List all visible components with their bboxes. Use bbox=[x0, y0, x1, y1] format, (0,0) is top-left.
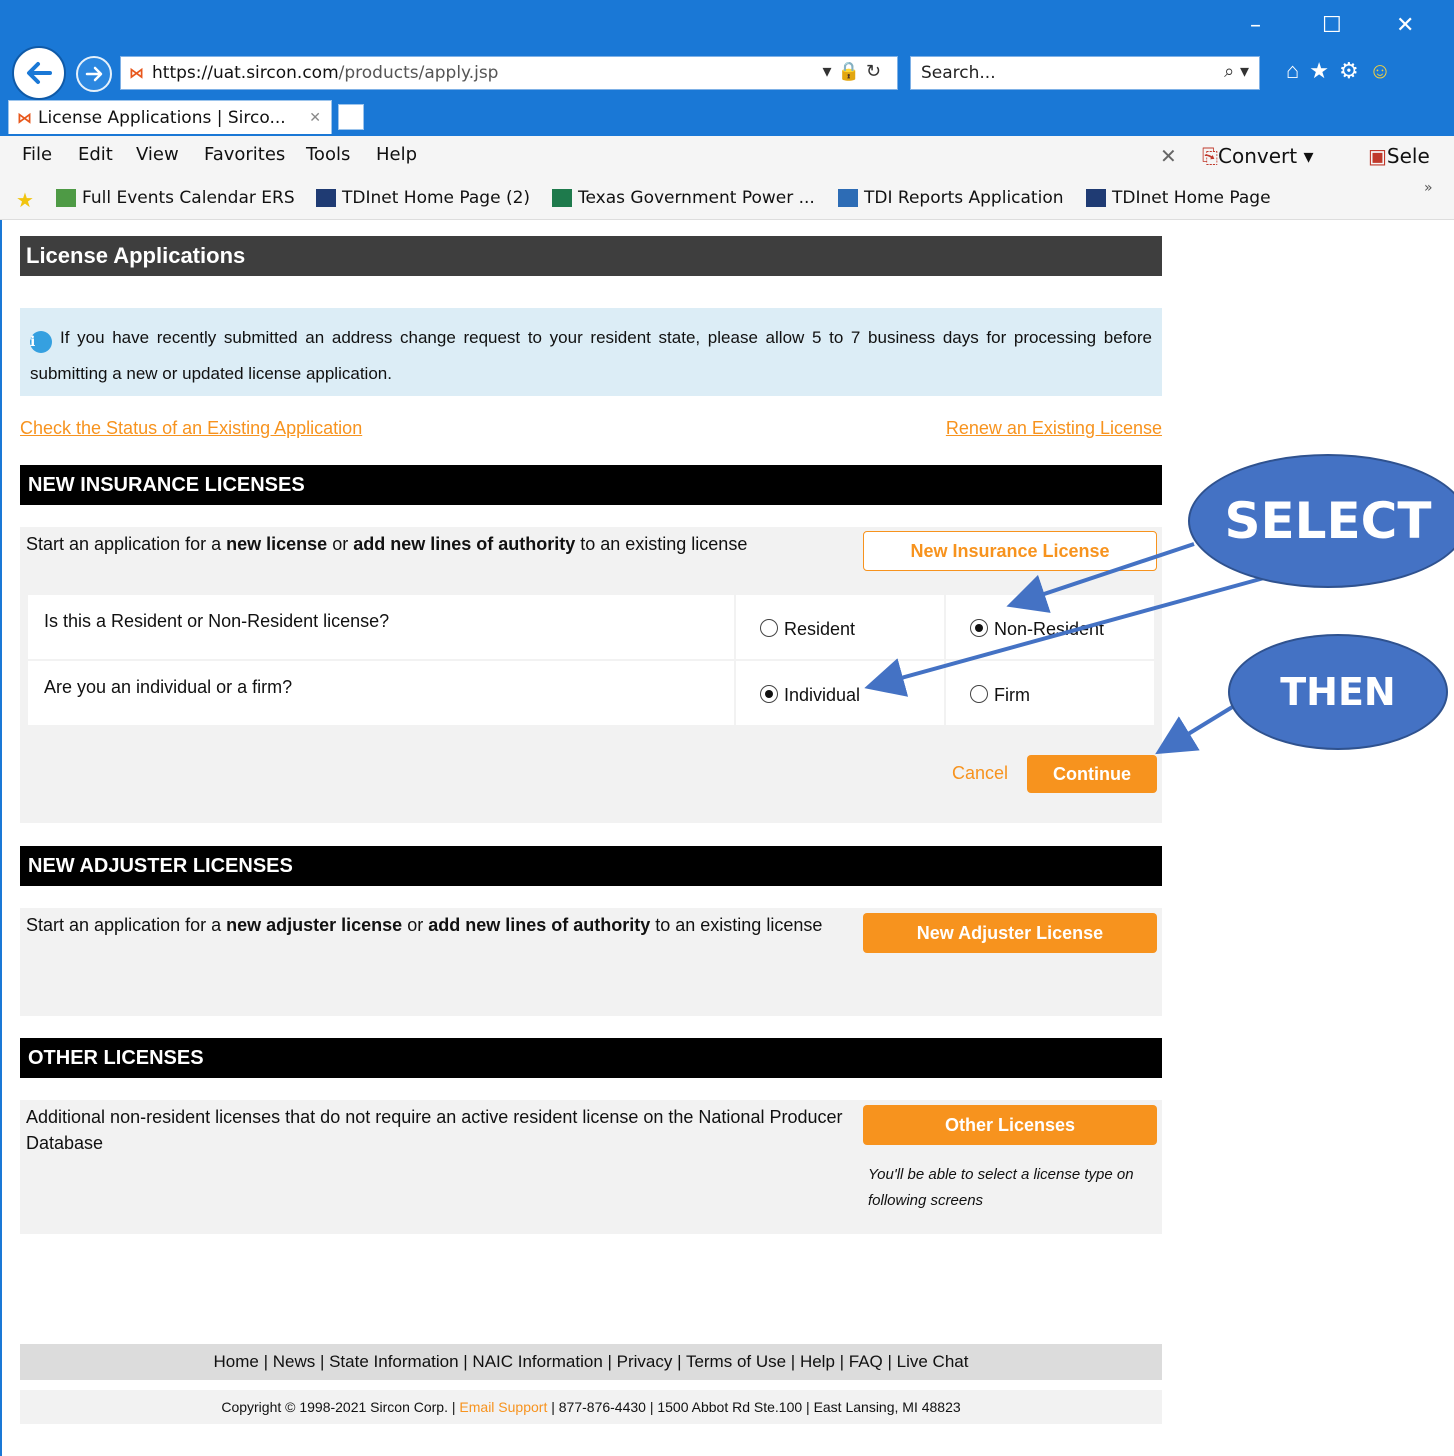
favorites-star-icon[interactable]: ★ bbox=[1309, 58, 1339, 83]
question-residency: Is this a Resident or Non-Resident licen… bbox=[28, 595, 734, 659]
other-section-heading: OTHER LICENSES bbox=[20, 1038, 1162, 1078]
radio-resident[interactable]: Resident bbox=[736, 595, 944, 659]
tab-title: License Applications | Sirco... bbox=[38, 107, 286, 128]
insurance-section-heading: NEW INSURANCE LICENSES bbox=[20, 465, 1162, 505]
info-banner: i If you have recently submitted an addre… bbox=[20, 308, 1162, 396]
arrow-to-continue bbox=[1155, 704, 1236, 755]
browser-titlebar: – ☐ ✕ ⋈ https://uat.sircon.com/products/… bbox=[0, 0, 1454, 136]
new-tab-button[interactable] bbox=[338, 104, 364, 130]
radio-firm-icon[interactable] bbox=[970, 685, 988, 703]
texas-map-icon bbox=[56, 189, 76, 207]
home-icon[interactable]: ⌂ bbox=[1286, 58, 1309, 83]
check-status-link[interactable]: Check the Status of an Existing Applicat… bbox=[20, 418, 362, 439]
adjuster-description: Start an application for a new adjuster … bbox=[26, 915, 823, 935]
favorites-star-add-icon[interactable]: ★ bbox=[16, 188, 34, 212]
select-pdf-icon: ▣ bbox=[1368, 144, 1387, 168]
search-input[interactable]: Search... ⌕ ▾ bbox=[910, 56, 1260, 90]
email-support-link[interactable]: Email Support bbox=[459, 1399, 547, 1415]
license-questions: Is this a Resident or Non-Resident licen… bbox=[26, 593, 1156, 727]
menu-bar: File Edit View Favorites Tools Help ✕ ⎘C… bbox=[0, 136, 1454, 176]
window-border bbox=[0, 220, 2, 1456]
adjuster-section-heading: NEW ADJUSTER LICENSES bbox=[20, 846, 1162, 886]
question-entity: Are you an individual or a firm? bbox=[28, 661, 734, 725]
close-toolbar-icon[interactable]: ✕ bbox=[1160, 144, 1177, 168]
fav-full-events-calendar[interactable]: Full Events Calendar ERS bbox=[56, 188, 295, 208]
address-url: https://uat.sircon.com/products/apply.js… bbox=[152, 63, 499, 83]
menu-edit[interactable]: Edit bbox=[78, 144, 113, 165]
insurance-panel: Start an application for a new license o… bbox=[20, 527, 1162, 823]
tdi-icon bbox=[316, 189, 336, 207]
renew-license-link[interactable]: Renew an Existing License bbox=[946, 418, 1162, 439]
menu-favorites[interactable]: Favorites bbox=[204, 144, 285, 165]
tab-close-icon[interactable]: ✕ bbox=[309, 110, 321, 126]
convert-button[interactable]: ⎘Convert ▾ bbox=[1202, 144, 1314, 168]
toolbar-icons: ⌂★⚙☺ bbox=[1286, 58, 1401, 84]
new-insurance-license-button[interactable]: New Insurance License bbox=[863, 531, 1157, 571]
other-panel: Additional non-resident licenses that do… bbox=[20, 1100, 1162, 1234]
info-text: If you have recently submitted an addres… bbox=[30, 328, 1152, 383]
question-row-entity: Are you an individual or a firm? Individ… bbox=[28, 661, 1154, 725]
question-row-residency: Is this a Resident or Non-Resident licen… bbox=[28, 595, 1154, 659]
minimize-icon[interactable]: – bbox=[1250, 14, 1261, 38]
forward-button[interactable] bbox=[76, 56, 112, 92]
radio-individual-icon[interactable] bbox=[760, 685, 778, 703]
close-window-icon[interactable]: ✕ bbox=[1396, 14, 1414, 38]
back-button[interactable] bbox=[12, 46, 66, 100]
select-button[interactable]: ▣Sele bbox=[1368, 144, 1430, 168]
cancel-link[interactable]: Cancel bbox=[952, 763, 1008, 784]
chevron-more-icon[interactable]: » bbox=[1424, 180, 1433, 196]
fav-tdinet-home-2[interactable]: TDInet Home Page (2) bbox=[316, 188, 530, 208]
forms-icon bbox=[552, 189, 572, 207]
favorites-bar: ★ Full Events Calendar ERS TDInet Home P… bbox=[0, 176, 1454, 220]
fav-tdi-reports[interactable]: TDI Reports Application bbox=[838, 188, 1064, 208]
continue-button[interactable]: Continue bbox=[1027, 755, 1157, 793]
radio-non-resident[interactable]: Non-Resident bbox=[946, 595, 1154, 659]
pdf-icon: ⎘ bbox=[1202, 144, 1218, 168]
site-favicon-icon: ⋈ bbox=[129, 64, 144, 82]
lock-refresh-icon[interactable]: ▾🔒↻ bbox=[822, 61, 887, 82]
select-callout: SELECT bbox=[1188, 454, 1454, 588]
smiley-icon[interactable]: ☺ bbox=[1369, 58, 1401, 83]
tdi-reports-icon bbox=[838, 189, 858, 207]
maximize-icon[interactable]: ☐ bbox=[1322, 14, 1342, 38]
page-title: License Applications bbox=[20, 236, 1162, 276]
then-callout: THEN bbox=[1228, 634, 1448, 750]
footer-copyright: Copyright © 1998-2021 Sircon Corp. | Ema… bbox=[20, 1390, 1162, 1424]
info-icon: i bbox=[30, 331, 52, 353]
footer-links[interactable]: Home | News | State Information | NAIC I… bbox=[20, 1344, 1162, 1380]
gear-icon[interactable]: ⚙ bbox=[1339, 58, 1369, 83]
menu-file[interactable]: File bbox=[22, 144, 52, 165]
tab-favicon-icon: ⋈ bbox=[17, 108, 32, 127]
tdi-icon bbox=[1086, 189, 1106, 207]
radio-resident-icon[interactable] bbox=[760, 619, 778, 637]
menu-tools[interactable]: Tools bbox=[306, 144, 350, 165]
insurance-description: Start an application for a new license o… bbox=[26, 534, 748, 554]
forward-arrow-icon bbox=[85, 66, 103, 82]
search-icon[interactable]: ⌕ ▾ bbox=[1224, 61, 1249, 82]
address-bar[interactable]: ⋈ https://uat.sircon.com/products/apply.… bbox=[120, 56, 898, 90]
other-note: You'll be able to select a license type … bbox=[868, 1166, 1134, 1209]
tab-license-applications[interactable]: ⋈ License Applications | Sirco... ✕ bbox=[8, 100, 332, 134]
other-licenses-button[interactable]: Other Licenses bbox=[863, 1105, 1157, 1145]
radio-non-resident-icon[interactable] bbox=[970, 619, 988, 637]
adjuster-panel: Start an application for a new adjuster … bbox=[20, 908, 1162, 1016]
menu-help[interactable]: Help bbox=[376, 144, 417, 165]
radio-firm[interactable]: Firm bbox=[946, 661, 1154, 725]
new-adjuster-license-button[interactable]: New Adjuster License bbox=[863, 913, 1157, 953]
radio-individual[interactable]: Individual bbox=[736, 661, 944, 725]
fav-texas-government-power[interactable]: Texas Government Power ... bbox=[552, 188, 815, 208]
menu-view[interactable]: View bbox=[136, 144, 179, 165]
back-arrow-icon bbox=[27, 62, 52, 84]
fav-tdinet-home[interactable]: TDInet Home Page bbox=[1086, 188, 1271, 208]
other-description: Additional non-resident licenses that do… bbox=[26, 1107, 843, 1153]
